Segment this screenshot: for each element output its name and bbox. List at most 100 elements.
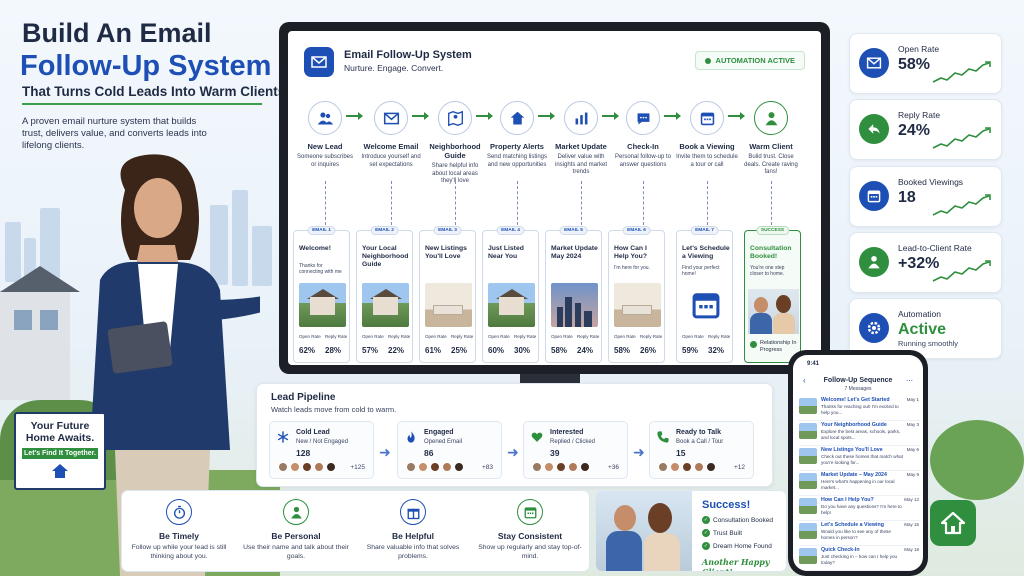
message-title: How Can I Help You? [821, 497, 874, 503]
open-rate-value: 61% [425, 346, 442, 355]
workflow-step[interactable]: Book a Viewing Invite them to schedule a … [676, 101, 738, 169]
message-preview: Would you like to see any of these homes… [821, 529, 891, 540]
email-tag: EMAIL 3 [433, 226, 462, 235]
connector-line [517, 181, 518, 225]
phone-message-item[interactable]: Let's Schedule a Viewing Would you like t… [799, 520, 921, 546]
metric-card[interactable]: Booked Viewings 18 [849, 166, 1002, 227]
reply-rate-value: 32% [708, 346, 725, 355]
pipeline-stage[interactable]: Engaged Opened Email 86 +83 [397, 421, 502, 479]
message-thumbnail [799, 398, 817, 414]
avatar [454, 462, 464, 472]
email-card[interactable]: EMAIL 2 Your Local Neighborhood Guide Open… [356, 226, 413, 363]
phone-message-item[interactable]: Welcome! Let's Get Started Thanks for rea… [799, 395, 921, 421]
email-card[interactable]: EMAIL 3 New Listings You'll Love Open Rate… [419, 226, 476, 363]
phone-message-item[interactable]: New Listings You'll Love Check out these … [799, 445, 921, 471]
reply-rate-label: Reply Rate [514, 334, 537, 339]
success-item: ✓ Trust Built [702, 529, 742, 537]
interior-photo [614, 283, 661, 327]
connector-line [455, 181, 456, 225]
success-title: Success! [702, 499, 751, 511]
sparkline-icon [932, 127, 991, 149]
open-rate-label: Open Rate [614, 334, 636, 339]
phone-message-item[interactable]: Your Neighborhood Guide Explore the best … [799, 420, 921, 446]
email-card[interactable]: EMAIL 5 Market Update May 2024 Open Rate Re… [545, 226, 602, 363]
open-rate-label: Open Rate [551, 334, 573, 339]
success-card[interactable]: SUCCESS Consultation Booked! You're one … [744, 226, 801, 363]
avatar [406, 462, 416, 472]
message-preview: Explore the best areas, schools, parks, … [821, 429, 901, 440]
home-button[interactable] [930, 500, 976, 546]
message-preview: Just checking in – how can I help you to… [821, 554, 898, 565]
menu-icon[interactable]: ⋯ [906, 377, 913, 385]
connector-line [391, 181, 392, 225]
stage-count: 128 [296, 448, 311, 458]
pipeline-stage[interactable]: Interested Replied / Clicked 39 +36 [523, 421, 628, 479]
metric-card[interactable]: Open Rate 58% [849, 33, 1002, 94]
workflow-step[interactable]: Market Update Deliver value with insights… [550, 101, 612, 177]
workflow-step[interactable]: Check-In Personal follow-up to answer que… [612, 101, 674, 169]
avatar [694, 462, 704, 472]
house-photo [299, 283, 346, 327]
monitor-screen: Email Follow-Up System Nurture. Engage. … [288, 31, 821, 365]
email-tag: EMAIL 4 [496, 226, 525, 235]
reply-rate-value: 30% [514, 346, 531, 355]
message-thumbnail [799, 423, 817, 439]
workflow-step[interactable]: Property Alerts Send matching listings an… [486, 101, 548, 169]
metric-label: Lead-to-Client Rate [898, 243, 972, 253]
tip-name: Be Helpful [391, 531, 435, 541]
pipeline-stage[interactable]: Ready to Talk Book a Call / Tour 15 +12 [649, 421, 754, 479]
email-card[interactable]: EMAIL 6 How Can I Help You? I'm here for y… [608, 226, 665, 363]
phone-message-item[interactable]: Quick Check-In Just checking in – how can… [799, 545, 921, 571]
metric-label: Booked Viewings [898, 177, 964, 187]
automation-status-badge[interactable]: AUTOMATION ACTIVE [694, 51, 805, 70]
email-title: Market Update May 2024 [551, 245, 598, 260]
reply-icon [859, 114, 889, 144]
avatar [290, 462, 300, 472]
email-card[interactable]: EMAIL 1 Welcome! Thanks for connecting wit… [293, 226, 350, 363]
avatar [670, 462, 680, 472]
pipeline-stage[interactable]: Cold Lead New / Not Engaged 128 +125 [269, 421, 374, 479]
email-title: Just Listed Near You [488, 245, 524, 260]
email-tag: EMAIL 6 [622, 226, 651, 235]
connector-line [771, 181, 772, 225]
tip-name: Be Personal [271, 531, 321, 541]
step-name: Property Alerts [490, 142, 544, 151]
workflow-step[interactable]: New Lead Someone subscribes or inquires [294, 101, 356, 169]
workflow-step[interactable]: Neighborhood Guide Share helpful info abo… [424, 101, 486, 186]
email-subtitle: Thanks for connecting with me [299, 263, 342, 275]
smartphone: 9:41 ‹ Follow-Up Sequence 7 Messages ⋯ W… [788, 350, 928, 576]
open-rate-value: 59% [682, 346, 699, 355]
phone-message-item[interactable]: Market Update – May 2024 Here's what's ha… [799, 470, 921, 496]
email-card[interactable]: EMAIL 4 Just Listed Near You Open Rate Repl… [482, 226, 539, 363]
step-name: Warm Client [749, 142, 793, 151]
open-rate-value: 60% [488, 346, 505, 355]
success-item-label: Consultation Booked [713, 516, 773, 524]
open-rate-value: 58% [614, 346, 631, 355]
stage-count: 86 [424, 448, 434, 458]
email-title: Your Local Neighborhood Guide [362, 245, 409, 268]
yard-sign-band: Let's Find It Together. [22, 448, 98, 459]
stage-description: Replied / Clicked [550, 439, 596, 445]
phone-message-item[interactable]: How Can I Help You? Do you have any quest… [799, 495, 921, 521]
hero-tagline: That Turns Cold Leads Into Warm Clients [22, 84, 286, 99]
workflow-step[interactable]: Warm Client Build trust. Close deals. Cre… [740, 101, 802, 177]
email-card[interactable]: EMAIL 7 Let's Schedule a Viewing Find your… [676, 226, 733, 363]
message-date: May 1 [906, 397, 919, 402]
step-description: Deliver value with insights and market t… [554, 154, 608, 175]
success-card-title: Consultation Booked! [750, 245, 792, 260]
phone-message-count: 7 Messages [844, 386, 872, 392]
gear-icon [859, 313, 889, 343]
reply-rate-value: 25% [451, 346, 468, 355]
metric-card[interactable]: Lead-to-Client Rate +32% [849, 232, 1002, 293]
workflow-step[interactable]: Welcome Email Introduce yourself and set … [360, 101, 422, 169]
metric-label: Open Rate [898, 44, 940, 54]
metric-card[interactable]: Reply Rate 24% [849, 99, 1002, 160]
step-name: Welcome Email [363, 142, 419, 151]
avatar [532, 462, 542, 472]
metric-label: Reply Rate [898, 110, 941, 120]
yard-sign: Your Future Home Awaits. Let's Find It T… [14, 412, 106, 490]
connector-line [707, 181, 708, 225]
reply-rate-label: Reply Rate [577, 334, 600, 339]
calendar-icon [859, 181, 889, 211]
background-house [0, 266, 80, 400]
